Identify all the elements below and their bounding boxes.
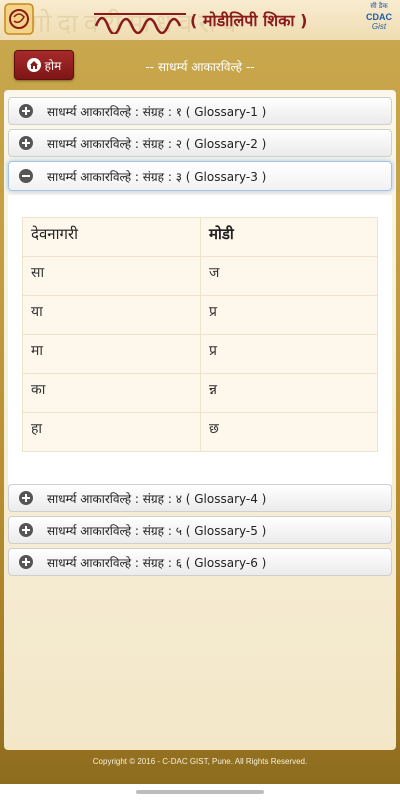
- devanagari-cell: या: [22, 295, 201, 335]
- modi-cell: छ: [200, 412, 378, 452]
- app-header: गोदावरीमाधवराव ( मोडीलिपी शिका ) सी डैक …: [0, 0, 400, 41]
- accordion-label: साधर्म्य आकारविल्हे : संग्रह : ६ ( Gloss…: [47, 555, 267, 570]
- accordion-item-glossary-4[interactable]: साधर्म्य आकारविल्हे : संग्रह : ४ ( Gloss…: [8, 484, 392, 512]
- table-row: या प्र: [22, 295, 378, 335]
- accordion-item-glossary-1[interactable]: साधर्म्य आकारविल्हे : संग्रह : १ ( Gloss…: [8, 97, 392, 125]
- devanagari-cell: का: [22, 373, 201, 413]
- footer-copyright: Copyright © 2016 - C-DAC GIST, Pune. All…: [92, 757, 308, 766]
- expand-plus-icon: [19, 491, 33, 505]
- home-indicator[interactable]: [136, 790, 264, 794]
- table-row: हा छ: [22, 412, 378, 452]
- expand-plus-icon: [19, 555, 33, 569]
- page-heading: -- साधर्म्य आकारविल्हे --: [145, 60, 255, 74]
- modi-cell: न्न: [200, 373, 378, 413]
- table-header-row: देवनागरी मोडी: [22, 217, 378, 257]
- devanagari-cell: मा: [22, 334, 201, 374]
- header-devanagari: देवनागरी: [22, 217, 201, 257]
- devanagari-cell: हा: [22, 412, 201, 452]
- app-title: ( मोडीलिपी शिका ): [190, 11, 308, 30]
- gist-logo-text: Gist: [371, 22, 387, 31]
- modi-cell: प्र: [200, 295, 378, 335]
- devanagari-cell: सा: [22, 256, 201, 296]
- collapse-minus-icon: [19, 169, 33, 183]
- accordion-item-glossary-3[interactable]: साधर्म्य आकारविल्हे : संग्रह : ३ ( Gloss…: [8, 161, 392, 191]
- glossary-table: देवनागरी मोडी सा ज या प्र मा प्र का न्न …: [22, 217, 378, 452]
- expand-plus-icon: [19, 136, 33, 150]
- accordion-label: साधर्म्य आकारविल्हे : संग्रह : ४ ( Gloss…: [47, 491, 267, 506]
- app-logo-icon: [4, 3, 34, 35]
- table-row: का न्न: [22, 373, 378, 413]
- modi-cell: ज: [200, 256, 378, 296]
- modi-script-logo-icon: [94, 13, 186, 34]
- accordion-label: साधर्म्य आकारविल्हे : संग्रह : ५ ( Gloss…: [47, 523, 267, 538]
- table-row: मा प्र: [22, 334, 378, 374]
- accordion-item-glossary-6[interactable]: साधर्म्य आकारविल्हे : संग्रह : ६ ( Gloss…: [8, 548, 392, 576]
- cdac-logo-hindi: सी डैक: [370, 3, 388, 10]
- header-modi: मोडी: [200, 217, 378, 257]
- accordion-label: साधर्म्य आकारविल्हे : संग्रह : २ ( Gloss…: [47, 136, 267, 151]
- home-button-label: होम: [44, 58, 62, 73]
- table-row: सा ज: [22, 256, 378, 296]
- cdac-logo: सी डैक CDAC Gist: [362, 2, 396, 36]
- accordion-label: साधर्म्य आकारविल्हे : संग्रह : ३ ( Gloss…: [47, 169, 267, 184]
- expand-plus-icon: [19, 523, 33, 537]
- accordion-item-glossary-2[interactable]: साधर्म्य आकारविल्हे : संग्रह : २ ( Gloss…: [8, 129, 392, 157]
- expand-plus-icon: [19, 104, 33, 118]
- accordion-item-glossary-5[interactable]: साधर्म्य आकारविल्हे : संग्रह : ५ ( Gloss…: [8, 516, 392, 544]
- accordion-label: साधर्म्य आकारविल्हे : संग्रह : १ ( Gloss…: [47, 104, 267, 119]
- cdac-logo-text: CDAC: [366, 12, 392, 22]
- glossary-3-content: देवनागरी मोडी सा ज या प्र मा प्र का न्न …: [8, 195, 392, 485]
- home-button[interactable]: होम: [14, 50, 74, 80]
- home-icon: [26, 58, 41, 72]
- modi-cell: प्र: [200, 334, 378, 374]
